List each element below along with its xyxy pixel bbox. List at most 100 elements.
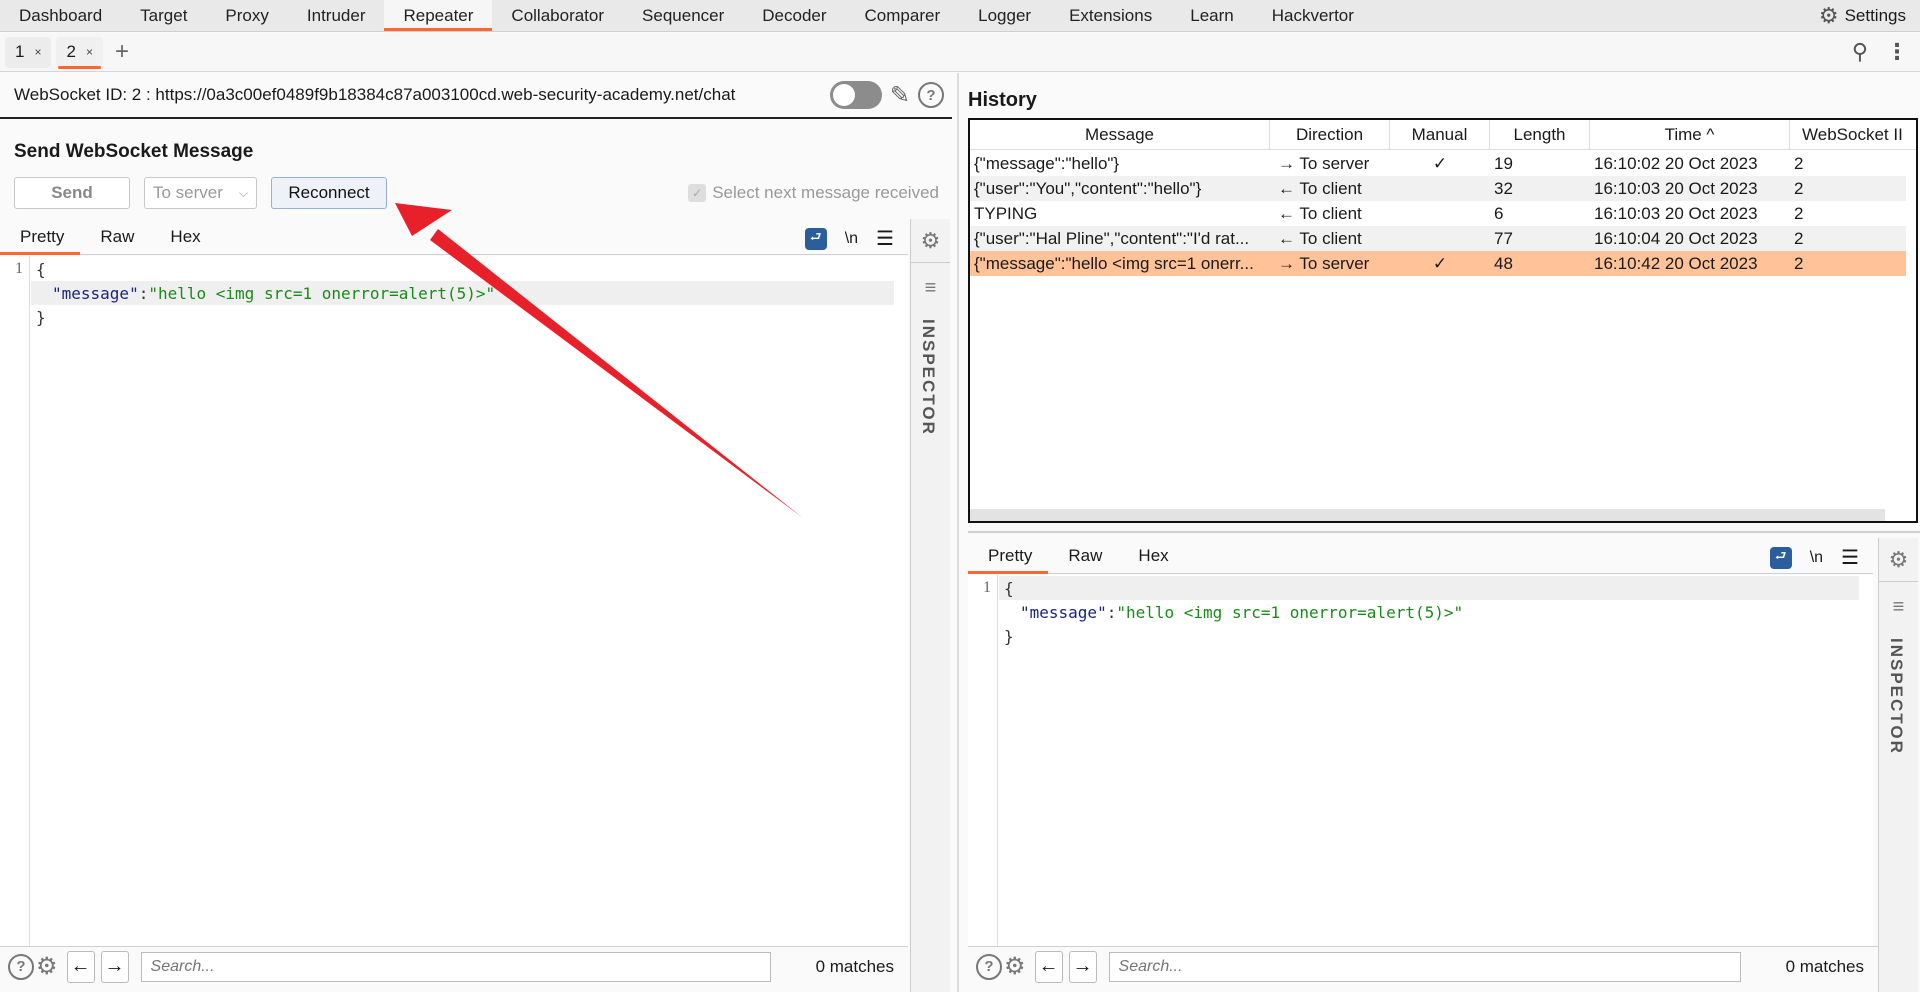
nav-tab-target[interactable]: Target (121, 0, 206, 31)
reconnect-button[interactable]: Reconnect (271, 177, 387, 209)
table-row[interactable]: {"message":"hello"} → To server ✓ 19 16:… (970, 151, 1906, 176)
cell-websocket-id: 2 (1794, 178, 1804, 198)
nav-tab-proxy[interactable]: Proxy (206, 0, 287, 31)
json-value: "hello <img src=1 onerror=alert(5)>" (1116, 603, 1464, 622)
show-newlines-button[interactable]: \n (1810, 549, 1823, 567)
word-wrap-icon[interactable]: ⮐ (1769, 546, 1792, 569)
json-key: "message" (1020, 603, 1107, 622)
inspector-label[interactable]: INSPECTOR (918, 319, 938, 436)
nav-tab-decoder[interactable]: Decoder (743, 0, 845, 31)
cell-length: 6 (1494, 203, 1504, 223)
send-controls: Send To server ⌵ Reconnect ✓ Select next… (14, 177, 939, 209)
gear-icon[interactable]: ⚙ (1004, 952, 1026, 981)
cell-direction: ← To client (1278, 228, 1362, 248)
json-value: "hello <img src=1 onerror=alert(5)>" (148, 284, 496, 303)
tab-pretty[interactable]: Pretty (0, 227, 81, 255)
select-next-label: Select next message received (712, 183, 939, 202)
direction-select[interactable]: To server ⌵ (144, 177, 257, 209)
response-editor[interactable]: 1 { "message":"hello <img src=1 onerror=… (968, 575, 1873, 947)
next-match-button[interactable]: → (100, 950, 129, 983)
column-header-message[interactable]: Message (970, 120, 1270, 149)
code-line: } (1004, 627, 1014, 646)
next-match-button[interactable]: → (1068, 950, 1097, 983)
nav-tab-hackvertor[interactable]: Hackvertor (1253, 0, 1373, 31)
table-row-selected[interactable]: {"message":"hello <img src=1 onerr... → … (970, 251, 1906, 276)
panel-divider[interactable] (957, 73, 959, 992)
table-row[interactable]: {"user":"You","content":"hello"} ← To cl… (970, 176, 1906, 201)
inspector-sidebar[interactable]: ⚙ ≡ INSPECTOR (1878, 538, 1918, 992)
nav-tab-sequencer[interactable]: Sequencer (623, 0, 743, 31)
menu-icon[interactable]: ☰ (876, 226, 894, 251)
cell-length: 19 (1494, 153, 1513, 173)
cell-websocket-id: 2 (1794, 228, 1804, 248)
tab-hex[interactable]: Hex (1118, 546, 1184, 573)
close-icon[interactable]: × (86, 45, 93, 59)
horizontal-scrollbar[interactable] (970, 509, 1885, 521)
code-line: { (1004, 579, 1014, 598)
search-icon[interactable]: ⚲ (1852, 39, 1868, 65)
match-count: 0 matches (815, 956, 894, 976)
send-message-panel: WebSocket ID: 2 : https://0a3c00ef0489f9… (0, 73, 952, 992)
more-options-icon[interactable]: ⋮ (1886, 39, 1908, 65)
tab-hex[interactable]: Hex (150, 227, 216, 254)
cell-websocket-id: 2 (1794, 203, 1804, 223)
menu-icon[interactable]: ☰ (1841, 545, 1859, 570)
column-header-time[interactable]: Time ^ (1590, 120, 1790, 149)
cell-direction: → To server (1278, 253, 1370, 273)
response-editor-tabs: Pretty Raw Hex ⮐ \n ☰ (968, 538, 1873, 574)
filter-lines-icon[interactable]: ≡ (1879, 596, 1918, 619)
search-input[interactable] (1108, 951, 1741, 982)
pencil-icon[interactable]: ✎ (890, 81, 910, 110)
inspector-sidebar[interactable]: ⚙ ≡ INSPECTOR (910, 219, 950, 992)
gear-icon[interactable]: ⚙ (1879, 538, 1918, 582)
select-next-checkbox[interactable]: ✓ (688, 184, 707, 202)
tab-raw[interactable]: Raw (80, 227, 150, 254)
add-tab-button[interactable]: + (115, 40, 129, 64)
previous-match-button[interactable]: ← (66, 950, 95, 983)
request-search-bar: ? ⚙ ← → 0 matches (0, 946, 908, 986)
column-header-length[interactable]: Length (1490, 120, 1590, 149)
current-line-highlight (999, 576, 1859, 600)
nav-tab-repeater[interactable]: Repeater (384, 0, 493, 31)
column-header-manual[interactable]: Manual (1390, 120, 1490, 149)
panel-divider[interactable] (968, 531, 1920, 533)
request-editor[interactable]: 1 { "message":"hello <img src=1 onerror=… (0, 256, 908, 946)
column-header-direction[interactable]: Direction (1270, 120, 1390, 149)
gear-icon[interactable]: ⚙ (911, 219, 950, 263)
cell-length: 48 (1494, 253, 1513, 273)
nav-tab-logger[interactable]: Logger (959, 0, 1050, 31)
history-table[interactable]: Message Direction Manual Length Time ^ W… (968, 118, 1918, 523)
tab-pretty[interactable]: Pretty (968, 546, 1049, 574)
gear-icon: ⚙ (1818, 2, 1839, 28)
search-input[interactable] (140, 951, 771, 982)
table-row[interactable]: {"user":"Hal Pline","content":"I'd rat..… (970, 226, 1906, 251)
word-wrap-icon[interactable]: ⮐ (804, 227, 827, 250)
nav-tab-dashboard[interactable]: Dashboard (0, 0, 121, 31)
intercept-toggle[interactable] (829, 81, 882, 109)
tab-raw[interactable]: Raw (1048, 546, 1118, 573)
filter-lines-icon[interactable]: ≡ (911, 277, 950, 300)
table-row[interactable]: TYPING ← To client 6 16:10:03 20 Oct 202… (970, 201, 1906, 226)
json-key: "message" (52, 284, 139, 303)
help-icon[interactable]: ? (8, 953, 34, 980)
help-icon[interactable]: ? (976, 953, 1002, 980)
inspector-label[interactable]: INSPECTOR (1886, 638, 1906, 755)
repeater-tab-1[interactable]: 1 × (5, 36, 52, 68)
select-next-message-option[interactable]: ✓ Select next message received (688, 183, 939, 203)
repeater-tab-2[interactable]: 2 × (56, 36, 103, 69)
settings-button[interactable]: ⚙ Settings (1819, 0, 1920, 31)
send-button[interactable]: Send (14, 177, 130, 209)
show-newlines-button[interactable]: \n (845, 230, 858, 248)
close-icon[interactable]: × (34, 45, 41, 59)
column-header-websocket-id[interactable]: WebSocket II (1790, 120, 1916, 149)
nav-tab-extensions[interactable]: Extensions (1050, 0, 1171, 31)
nav-tab-collaborator[interactable]: Collaborator (492, 0, 623, 31)
direction-value: To server (153, 183, 223, 202)
previous-match-button[interactable]: ← (1034, 950, 1063, 983)
gear-icon[interactable]: ⚙ (36, 952, 58, 981)
settings-label: Settings (1844, 5, 1906, 25)
help-icon[interactable]: ? (918, 82, 944, 108)
nav-tab-comparer[interactable]: Comparer (846, 0, 960, 31)
nav-tab-intruder[interactable]: Intruder (288, 0, 385, 31)
nav-tab-learn[interactable]: Learn (1171, 0, 1252, 31)
